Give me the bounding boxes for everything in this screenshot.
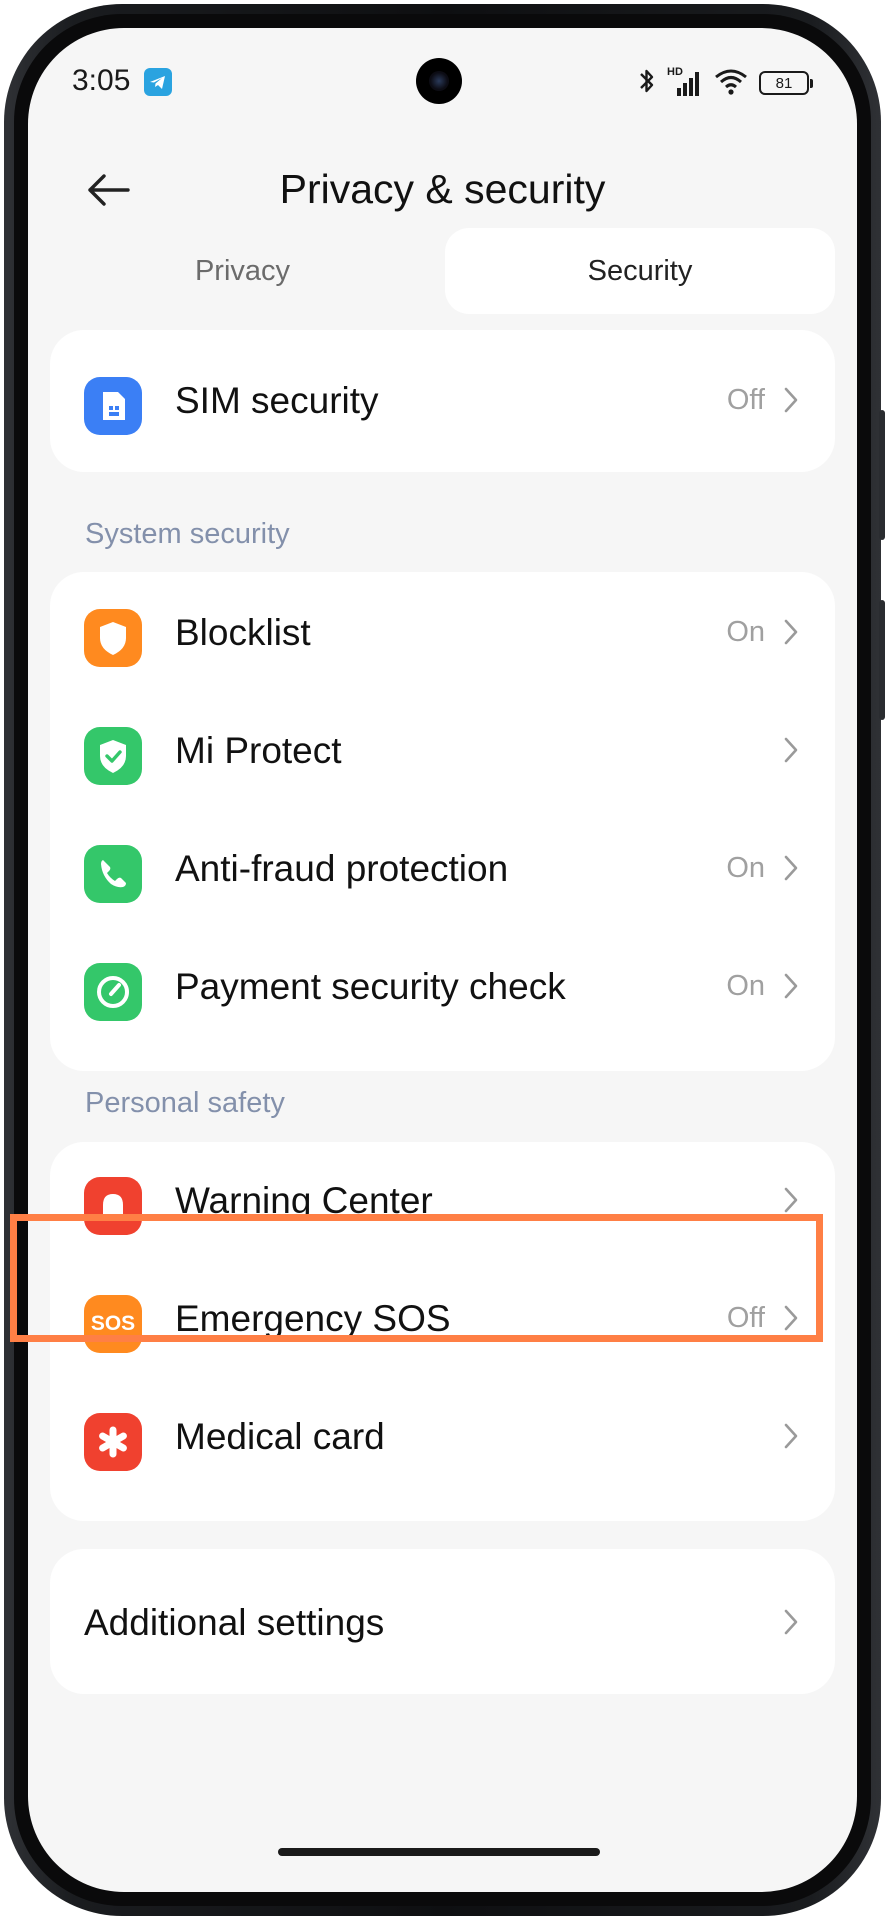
wifi-icon xyxy=(713,66,749,101)
medical-asterisk-icon xyxy=(84,1413,142,1471)
telegram-icon xyxy=(144,68,172,96)
setting-label: Medical card xyxy=(175,1416,385,1457)
setting-label: Payment security check xyxy=(175,966,566,1007)
chevron-right-icon xyxy=(784,619,798,645)
signal-icon: HD xyxy=(667,66,703,98)
setting-row-payment-security[interactable]: Payment security check On xyxy=(50,928,835,1046)
setting-row-sim-security[interactable]: SIM security Off xyxy=(50,342,835,460)
section-heading-personal-safety: Personal safety xyxy=(85,1087,285,1119)
chevron-right-icon xyxy=(784,737,798,763)
setting-row-blocklist[interactable]: Blocklist On xyxy=(50,574,835,692)
payment-check-icon xyxy=(84,963,142,1021)
setting-row-medical-card[interactable]: Medical card xyxy=(50,1378,835,1496)
status-icons: HD 81 xyxy=(637,66,813,101)
power-button xyxy=(879,600,885,720)
setting-label: Blocklist xyxy=(175,612,311,653)
tab-bar: Privacy Security xyxy=(50,228,835,314)
phone-frame: 3:05 HD 81 Privacy & security Privacy Se… xyxy=(0,0,885,1920)
setting-label: Mi Protect xyxy=(175,730,342,771)
setting-value: Off xyxy=(726,384,765,416)
tab-privacy[interactable]: Privacy xyxy=(50,228,435,314)
setting-row-anti-fraud[interactable]: Anti-fraud protection On xyxy=(50,810,835,928)
volume-button xyxy=(879,410,885,540)
chevron-right-icon xyxy=(784,1609,798,1635)
sim-card-group: SIM security Off xyxy=(50,330,835,472)
setting-label: Anti-fraud protection xyxy=(175,848,509,889)
battery-icon: 81 xyxy=(759,71,813,95)
setting-label: Additional settings xyxy=(84,1602,385,1643)
shield-check-icon xyxy=(84,727,142,785)
chevron-right-icon xyxy=(784,387,798,413)
page-title: Privacy & security xyxy=(279,166,606,212)
setting-value: On xyxy=(726,616,765,648)
app-header: Privacy & security xyxy=(28,148,857,238)
setting-row-mi-protect[interactable]: Mi Protect xyxy=(50,692,835,810)
screen: 3:05 HD 81 Privacy & security Privacy Se… xyxy=(28,28,857,1892)
front-camera xyxy=(416,58,462,104)
chevron-right-icon xyxy=(784,855,798,881)
setting-row-additional-settings[interactable]: Additional settings xyxy=(50,1564,835,1682)
chevron-right-icon xyxy=(784,973,798,999)
shield-icon xyxy=(84,609,142,667)
home-indicator[interactable] xyxy=(278,1848,600,1856)
setting-value: On xyxy=(726,852,765,884)
setting-value: On xyxy=(726,970,765,1002)
status-bar: 3:05 HD 81 xyxy=(28,28,857,138)
phone-icon xyxy=(84,845,142,903)
system-security-group: Blocklist On Mi Protect Anti-fraud prote… xyxy=(50,572,835,1071)
setting-label: SIM security xyxy=(175,380,379,421)
chevron-right-icon xyxy=(784,1187,798,1213)
status-time: 3:05 xyxy=(72,64,131,97)
tab-security[interactable]: Security xyxy=(445,228,835,314)
section-heading-system-security: System security xyxy=(85,518,290,550)
chevron-right-icon xyxy=(784,1423,798,1449)
bluetooth-icon xyxy=(637,66,657,101)
additional-settings-group: Additional settings xyxy=(50,1549,835,1694)
highlight-box xyxy=(10,1214,823,1342)
sim-card-icon xyxy=(84,377,142,435)
